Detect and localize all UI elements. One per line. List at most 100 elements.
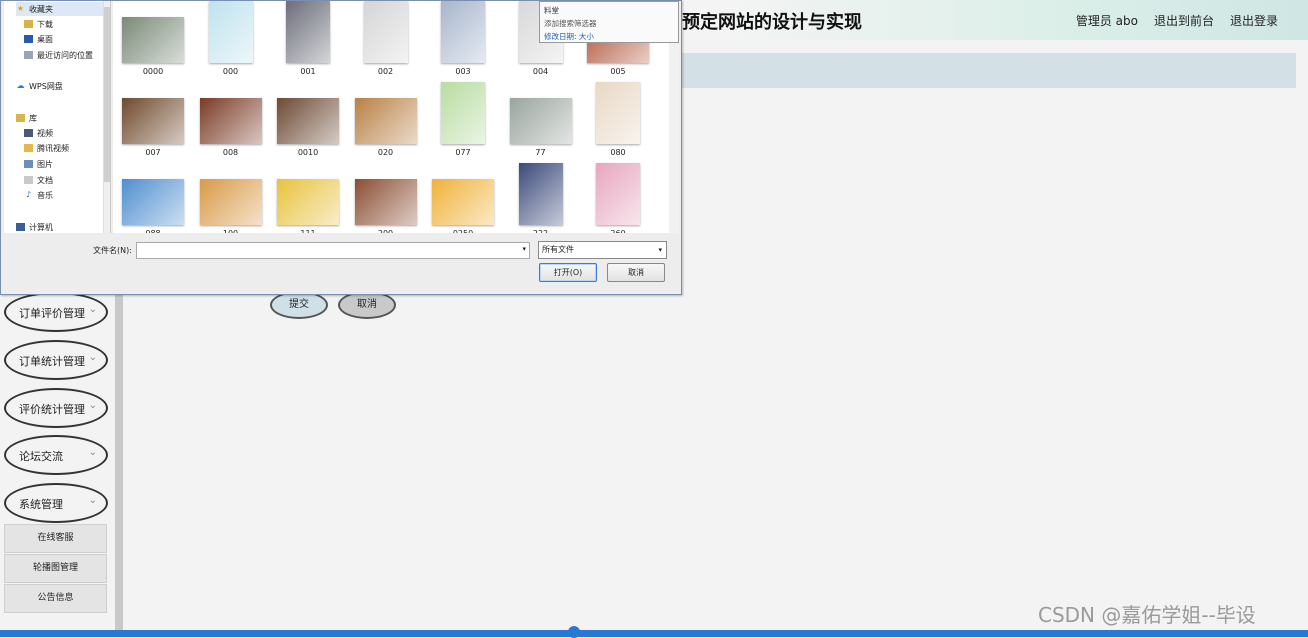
submit-button[interactable]: 提交 <box>270 291 328 319</box>
menu-label: 订单统计管理 <box>19 355 85 368</box>
nav-label: 文档 <box>37 175 53 185</box>
file-name: 020 <box>377 148 394 157</box>
video-icon <box>24 129 33 137</box>
filename-input[interactable]: ▾ <box>136 242 530 259</box>
filetype-value: 所有文件 <box>542 245 574 254</box>
file-name: 005 <box>610 67 626 76</box>
recent-icon <box>24 51 33 59</box>
file-preview-image <box>277 98 339 144</box>
file-preview-image <box>199 98 262 144</box>
file-preview-image <box>208 1 253 63</box>
file-thumbnail[interactable]: 020 <box>354 82 418 157</box>
file-name: 111 <box>276 229 340 233</box>
nav-label: 视频 <box>37 128 53 138</box>
sidebar-scrollbar[interactable] <box>115 292 123 630</box>
top-links: 管理员 abo 退出到前台 退出登录 <box>1076 12 1278 29</box>
file-thumbnail[interactable]: 088 <box>121 163 185 233</box>
nav-item-downloads[interactable]: 下载 <box>24 17 53 31</box>
file-name: 0010 <box>297 148 319 157</box>
menu-order-review[interactable]: 订单评价管理 ⌄ <box>4 292 108 332</box>
nav-item-documents[interactable]: 文档 <box>24 173 53 187</box>
menu-order-stats[interactable]: 订单统计管理 ⌄ <box>4 340 108 380</box>
nav-item-music[interactable]: ♪ 音乐 <box>24 188 53 202</box>
back-to-front-link[interactable]: 退出到前台 <box>1154 12 1214 29</box>
file-thumbnail[interactable]: 200 <box>354 163 418 233</box>
menu-label: 论坛交流 <box>19 450 63 463</box>
dropdown-arrow-icon[interactable]: ▾ <box>522 245 526 253</box>
nav-item-recent[interactable]: 最近访问的位置 <box>24 48 93 62</box>
star-icon: ★ <box>16 4 25 13</box>
tooltip: 料堂 添加搜索筛选器 修改日期: 大小 <box>539 1 679 43</box>
nav-item-library[interactable]: 库 <box>16 111 37 125</box>
scroll-knob[interactable] <box>568 626 580 638</box>
taskbar-strip <box>0 630 1308 637</box>
search-filter-options[interactable]: 修改日期: 大小 <box>544 30 674 43</box>
add-search-filter[interactable]: 添加搜索筛选器 <box>544 17 674 30</box>
file-thumbnail[interactable]: 007 <box>121 82 185 157</box>
chevron-down-icon: ⌄ <box>88 304 97 315</box>
folder-icon <box>24 144 33 152</box>
menu-label: 评价统计管理 <box>19 403 85 416</box>
filetype-select[interactable]: 所有文件 ▾ <box>538 241 667 259</box>
sidebar-item-carousel[interactable]: 轮播图管理 <box>4 554 107 583</box>
user-label: 管理员 abo <box>1075 14 1138 28</box>
file-thumbnail[interactable]: 000 <box>199 1 263 76</box>
file-thumbnail[interactable]: 111 <box>276 163 340 233</box>
file-thumbnail[interactable]: 0000 <box>121 1 185 76</box>
nav-item-pictures[interactable]: 图片 <box>24 157 53 171</box>
menu-system[interactable]: 系统管理 ⌄ <box>4 483 108 523</box>
file-name: 100 <box>199 229 263 233</box>
nav-item-video[interactable]: 视频 <box>24 126 53 140</box>
file-thumbnail[interactable]: 0010 <box>276 82 340 157</box>
file-thumbnail[interactable]: 002 <box>354 1 418 76</box>
file-preview-image <box>509 98 572 144</box>
file-preview-image <box>354 179 417 225</box>
file-thumbnail[interactable]: 100 <box>199 163 263 233</box>
menu-forum[interactable]: 论坛交流 ⌄ <box>4 435 108 475</box>
file-preview-image <box>363 1 408 63</box>
file-thumbnail[interactable]: 003 <box>431 1 495 76</box>
nav-label: 收藏夹 <box>29 4 53 14</box>
tooltip-line: 料堂 <box>544 6 559 15</box>
file-preview-image <box>432 179 494 225</box>
cancel-button[interactable]: 取消 <box>338 291 396 319</box>
menu-review-stats[interactable]: 评价统计管理 ⌄ <box>4 388 108 428</box>
watermark: CSDN @嘉佑学姐--毕设 <box>1038 603 1256 627</box>
file-name: 080 <box>610 148 626 157</box>
nav-scroll-thumb[interactable] <box>104 7 110 182</box>
file-preview-image <box>199 179 262 225</box>
menu-label: 系统管理 <box>19 498 63 511</box>
nav-item-favorites[interactable]: ★ 收藏夹 <box>16 2 108 16</box>
file-name: 000 <box>222 67 239 76</box>
nav-item-desktop[interactable]: 桌面 <box>24 32 53 46</box>
nav-item-computer[interactable]: 计算机 <box>16 220 53 233</box>
file-thumbnail[interactable]: 222 <box>509 163 573 233</box>
sidebar-item-notice[interactable]: 公告信息 <box>4 584 107 613</box>
file-name: 001 <box>300 67 316 76</box>
file-name: 0250 <box>431 229 495 233</box>
file-preview-image <box>441 1 485 63</box>
nav-pane: ★ 收藏夹 下载 桌面 最近访问的位置 ☁ WPS网盘 库 视频 腾讯视频 图片… <box>4 1 111 233</box>
file-preview-image <box>441 82 485 144</box>
open-button[interactable]: 打开(O) <box>539 263 597 282</box>
file-thumbnail[interactable]: 008 <box>199 82 263 157</box>
file-preview-image <box>122 98 184 144</box>
nav-item-wps-cloud[interactable]: ☁ WPS网盘 <box>16 79 63 93</box>
file-name: 008 <box>222 148 239 157</box>
file-thumbnail[interactable]: 077 <box>431 82 495 157</box>
file-preview-image <box>122 179 184 225</box>
nav-label: 最近访问的位置 <box>37 50 93 60</box>
file-thumbnail[interactable]: 001 <box>276 1 340 76</box>
file-thumbnail[interactable]: 080 <box>586 82 650 157</box>
sidebar-item-online-service[interactable]: 在线客服 <box>4 524 107 553</box>
file-preview-image <box>286 1 330 63</box>
nav-label: 图片 <box>37 159 53 169</box>
logout-link[interactable]: 退出登录 <box>1230 12 1278 29</box>
nav-label: 音乐 <box>37 190 53 200</box>
file-thumbnail[interactable]: 77 <box>509 82 573 157</box>
file-name: 002 <box>377 67 394 76</box>
dialog-cancel-button[interactable]: 取消 <box>607 263 665 282</box>
nav-item-tencent-video[interactable]: 腾讯视频 <box>24 141 69 155</box>
file-thumbnail[interactable]: 260 <box>586 163 650 233</box>
file-thumbnail[interactable]: 0250 <box>431 163 495 233</box>
